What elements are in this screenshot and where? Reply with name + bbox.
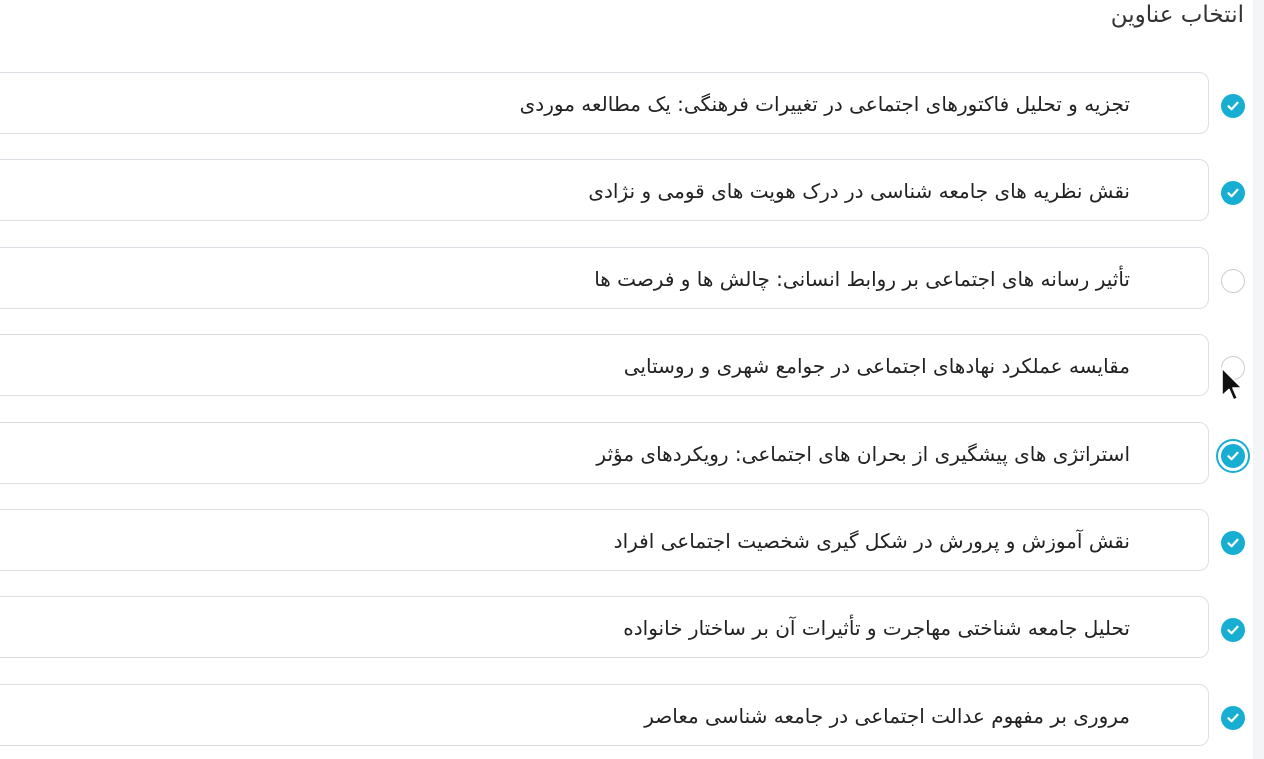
topic-label: تجزیه و تحلیل فاکتورهای اجتماعی در تغییر… (519, 92, 1130, 116)
topic-row[interactable]: نقش آموزش و پرورش در شکل گیری شخصیت اجتم… (0, 508, 1264, 573)
topic-row[interactable]: تجزیه و تحلیل فاکتورهای اجتماعی در تغییر… (0, 72, 1264, 136)
check-circle-icon[interactable] (1216, 438, 1250, 473)
check-circle-icon[interactable] (1221, 618, 1245, 643)
topic-label: مقایسه عملکرد نهادهای اجتماعی در جوامع ش… (623, 354, 1130, 379)
mouse-pointer-icon (1221, 367, 1243, 401)
topic-row[interactable]: مروری بر مفهوم عدالت اجتماعی در جامعه شن… (0, 683, 1264, 748)
topic-label: استراتژی های پیشگیری از بحران های اجتماع… (596, 441, 1130, 466)
topic-label: مروری بر مفهوم عدالت اجتماعی در جامعه شن… (644, 703, 1130, 728)
topic-card[interactable]: نقش نظریه های جامعه شناسی در درک هویت ها… (0, 159, 1209, 222)
topic-card[interactable]: تحلیل جامعه شناختی مهاجرت و تأثیرات آن ب… (0, 596, 1209, 659)
topic-row[interactable]: استراتژی های پیشگیری از بحران های اجتماع… (0, 421, 1264, 486)
check-circle-inner (1221, 443, 1245, 468)
topic-row[interactable]: مقایسه عملکرد نهادهای اجتماعی در جوامع ش… (0, 334, 1264, 398)
check-circle-icon[interactable] (1221, 705, 1245, 730)
topic-card[interactable]: تجزیه و تحلیل فاکتورهای اجتماعی در تغییر… (0, 72, 1209, 134)
page-title: انتخاب عناوین (1110, 2, 1244, 28)
topic-row[interactable]: تأثیر رسانه های اجتماعی بر روابط انسانی:… (0, 246, 1264, 311)
check-circle-icon[interactable] (1221, 181, 1245, 206)
topic-label: تحلیل جامعه شناختی مهاجرت و تأثیرات آن ب… (623, 616, 1130, 641)
topic-row[interactable]: نقش نظریه های جامعه شناسی در درک هویت ها… (0, 159, 1264, 223)
topic-card[interactable]: تأثیر رسانه های اجتماعی بر روابط انسانی:… (0, 246, 1209, 309)
topic-label: تأثیر رسانه های اجتماعی بر روابط انسانی:… (594, 266, 1130, 291)
empty-circle-icon[interactable] (1221, 268, 1245, 293)
topic-card[interactable]: استراتژی های پیشگیری از بحران های اجتماع… (0, 421, 1209, 484)
check-circle-icon[interactable] (1221, 530, 1245, 555)
topic-label: نقش آموزش و پرورش در شکل گیری شخصیت اجتم… (613, 528, 1130, 553)
topic-card[interactable]: مروری بر مفهوم عدالت اجتماعی در جامعه شن… (0, 683, 1209, 746)
topic-list: تجزیه و تحلیل فاکتورهای اجتماعی در تغییر… (0, 72, 1264, 759)
check-circle-icon[interactable] (1221, 94, 1245, 118)
topic-card[interactable]: مقایسه عملکرد نهادهای اجتماعی در جوامع ش… (0, 334, 1209, 397)
topic-label: نقش نظریه های جامعه شناسی در درک هویت ها… (588, 179, 1130, 204)
topic-card[interactable]: نقش آموزش و پرورش در شکل گیری شخصیت اجتم… (0, 508, 1209, 571)
topic-row[interactable]: تحلیل جامعه شناختی مهاجرت و تأثیرات آن ب… (0, 596, 1264, 660)
